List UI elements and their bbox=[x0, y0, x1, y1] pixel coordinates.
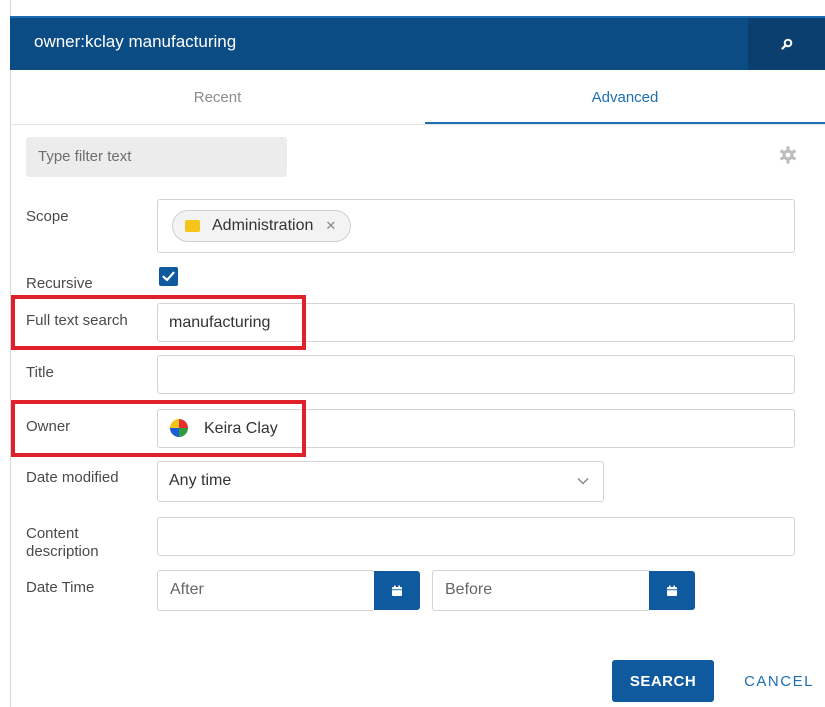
date-after-calendar-button[interactable] bbox=[374, 571, 420, 610]
date-time-label: Date Time bbox=[26, 579, 95, 596]
recursive-checkbox[interactable] bbox=[159, 267, 178, 286]
search-submit-button[interactable] bbox=[748, 18, 825, 70]
highlight-full-text bbox=[11, 295, 306, 350]
search-button[interactable]: SEARCH bbox=[612, 660, 714, 702]
calendar-icon bbox=[392, 585, 402, 596]
content-description-label: Content description bbox=[26, 525, 99, 561]
date-modified-value: Any time bbox=[169, 472, 232, 489]
content-description-label-line1: Content bbox=[26, 525, 79, 542]
scope-chip-label: Administration bbox=[212, 217, 314, 234]
filter-input[interactable]: Type filter text bbox=[26, 137, 287, 177]
content-description-input[interactable] bbox=[157, 517, 795, 556]
search-query[interactable]: owner:kclay manufacturing bbox=[34, 32, 236, 52]
chevron-down-icon bbox=[577, 477, 589, 485]
date-before-calendar-button[interactable] bbox=[649, 571, 695, 610]
check-icon bbox=[162, 271, 175, 282]
tab-advanced[interactable]: Advanced bbox=[425, 70, 825, 124]
content-description-label-line2: description bbox=[26, 543, 99, 560]
date-after-placeholder: After bbox=[170, 581, 204, 598]
gear-icon[interactable] bbox=[777, 144, 799, 166]
date-before-placeholder: Before bbox=[445, 581, 493, 598]
close-icon[interactable]: ✕ bbox=[325, 218, 336, 234]
highlight-owner bbox=[11, 400, 306, 457]
title-label: Title bbox=[26, 364, 54, 381]
recursive-label: Recursive bbox=[26, 275, 93, 292]
search-icon bbox=[780, 38, 792, 50]
search-bar[interactable]: owner:kclay manufacturing bbox=[10, 16, 825, 70]
date-modified-label: Date modified bbox=[26, 469, 119, 486]
calendar-icon bbox=[667, 585, 677, 596]
cancel-button[interactable]: CANCEL bbox=[735, 660, 823, 702]
scope-label: Scope bbox=[26, 208, 69, 225]
tab-bar: Recent Advanced bbox=[10, 70, 825, 125]
scope-chip[interactable]: Administration ✕ bbox=[172, 210, 352, 242]
title-input[interactable] bbox=[157, 355, 795, 394]
folder-icon bbox=[185, 220, 200, 232]
tab-recent[interactable]: Recent bbox=[10, 70, 425, 124]
